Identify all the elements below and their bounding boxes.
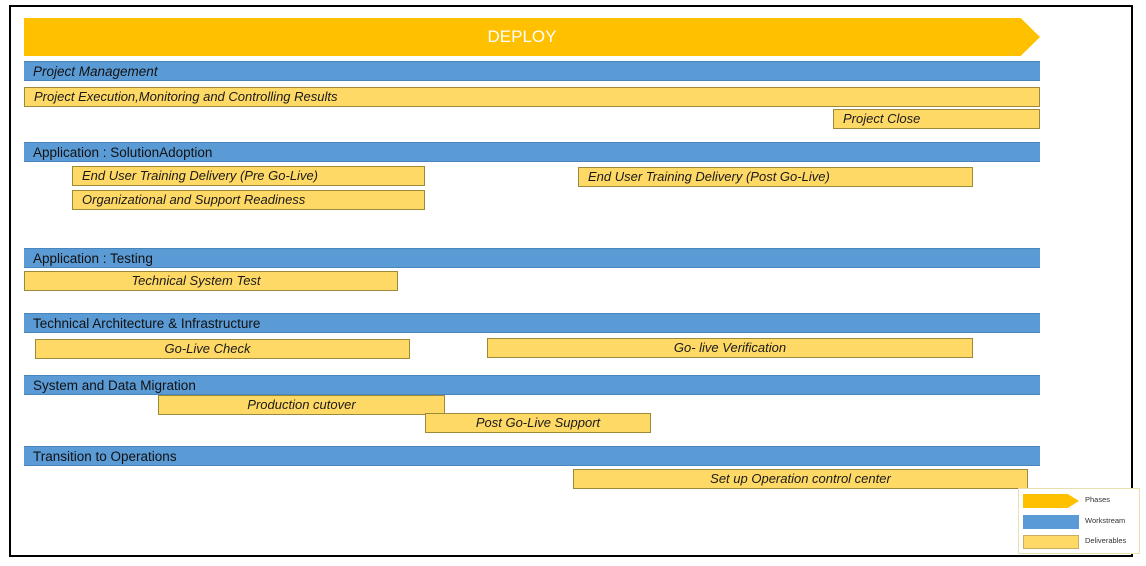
legend-label-deliverables: Deliverables (1085, 536, 1127, 545)
deliverable-operation-control-center: Set up Operation control center (573, 469, 1028, 489)
legend-swatch-workstream (1023, 515, 1079, 529)
workstream-testing: Application : Testing (24, 248, 1040, 268)
phase-deploy-arrow: DEPLOY (24, 18, 1040, 56)
phase-label: DEPLOY (487, 27, 557, 46)
deliverable-technical-system-test: Technical System Test (24, 271, 398, 291)
deliverable-post-go-live-support: Post Go-Live Support (425, 413, 651, 433)
workstream-data-migration: System and Data Migration (24, 375, 1040, 395)
deliverable-eut-pre-go-live: End User Training Delivery (Pre Go-Live) (72, 166, 425, 186)
deliverable-production-cutover: Production cutover (158, 395, 445, 415)
deliverable-eut-post-go-live: End User Training Delivery (Post Go-Live… (578, 167, 973, 187)
legend-swatch-deliverable (1023, 535, 1079, 549)
workstream-transition-to-operations: Transition to Operations (24, 446, 1040, 466)
workstream-solution-adoption: Application : SolutionAdoption (24, 142, 1040, 162)
legend-label-phases: Phases (1085, 495, 1111, 504)
deliverable-project-execution: Project Execution,Monitoring and Control… (24, 87, 1040, 107)
deliverable-go-live-check: Go-Live Check (35, 339, 410, 359)
deliverable-project-close: Project Close (833, 109, 1040, 129)
legend: Phases Workstream Deliverables (1018, 488, 1140, 554)
legend-label-workstream: Workstream (1085, 516, 1126, 525)
deliverable-org-readiness: Organizational and Support Readiness (72, 190, 425, 210)
workstream-project-management: Project Management (24, 61, 1040, 81)
legend-swatch-phase (1023, 494, 1079, 508)
deliverable-go-live-verification: Go- live Verification (487, 338, 973, 358)
workstream-technical-architecture: Technical Architecture & Infrastructure (24, 313, 1040, 333)
